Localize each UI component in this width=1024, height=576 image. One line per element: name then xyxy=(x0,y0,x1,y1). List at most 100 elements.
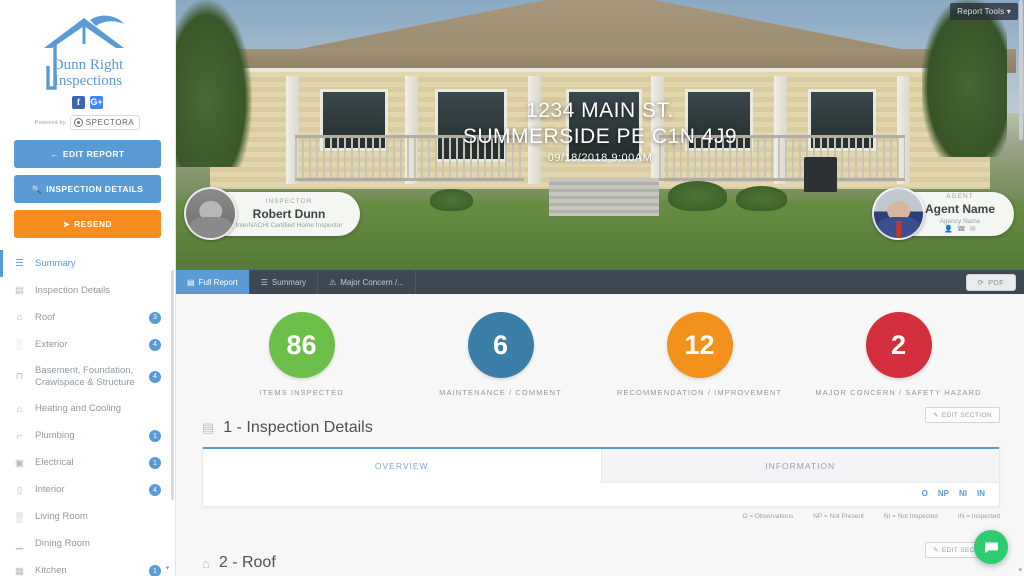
sidebar-item-kitchen[interactable]: ▦ Kitchen 1 xyxy=(0,558,175,576)
clipboard-icon: ▤ xyxy=(202,420,215,435)
clipboard-icon: ▤ xyxy=(15,285,24,296)
stat-value: 12 xyxy=(666,312,733,378)
sidebar-item-dining-room[interactable]: ▁ Dining Room xyxy=(0,531,175,558)
section-1-tabs: OVERVIEW INFORMATION xyxy=(203,449,999,483)
status-code-np[interactable]: NP xyxy=(938,489,949,498)
tab-overview[interactable]: OVERVIEW xyxy=(203,449,601,483)
tab-information[interactable]: INFORMATION xyxy=(600,449,999,483)
sidebar-item-plumbing[interactable]: ⌐ Plumbing 1 xyxy=(0,423,175,450)
main-scrollbar[interactable] xyxy=(1019,0,1023,140)
stat-label: ITEMS INSPECTED xyxy=(259,388,344,397)
scroll-down-icon[interactable]: ▾ xyxy=(1018,566,1022,574)
sidebar-item-basement-foundation[interactable]: ⊓ Basement, Foundation, Crawlspace & Str… xyxy=(0,358,175,396)
sidebar-item-label: Heating and Cooling xyxy=(35,403,122,415)
report-icon: ▤ xyxy=(187,277,195,287)
table-icon: ▁ xyxy=(15,538,24,550)
inspector-card[interactable]: INSPECTOR Robert Dunn InterNACHI Certifi… xyxy=(184,187,360,240)
status-legend: O = Observations NP = Not Present NI = N… xyxy=(176,513,1000,520)
chat-bubble-button[interactable] xyxy=(974,530,1008,564)
svg-text:Inspections: Inspections xyxy=(53,73,121,89)
fence-icon: ░ xyxy=(16,339,23,350)
tab-major-concern[interactable]: ⚠ Major Concern /... xyxy=(318,270,416,294)
house-icon: ⌂ xyxy=(202,555,210,571)
spectora-badge[interactable]: SPECTORA xyxy=(69,115,141,130)
sidebar-item-roof[interactable]: ⌂ Roof 3 xyxy=(0,304,175,331)
status-code-o[interactable]: O xyxy=(922,489,928,498)
chat-icon xyxy=(984,542,998,553)
inspector-avatar xyxy=(184,187,237,240)
report-tools-dropdown[interactable]: Report Tools ▾ xyxy=(950,3,1018,20)
app-root: Dunn Right Inspections f G+ Powered by S… xyxy=(0,0,1024,576)
stat-items-inspected: 86 ITEMS INSPECTED xyxy=(202,312,401,397)
section-2-header: ⌂ 2 - Roof ✎ EDIT SECTION xyxy=(176,538,1024,572)
stat-label: MAINTENANCE / COMMENT xyxy=(439,388,562,397)
sofa-icon: ▒ xyxy=(16,511,23,523)
paper-plane-icon: ➤ xyxy=(63,219,71,229)
agent-name: Agent Name xyxy=(924,202,995,217)
status-code-in[interactable]: IN xyxy=(977,489,985,498)
sidebar-item-label: Basement, Foundation, Crawlspace & Struc… xyxy=(35,365,135,388)
tab-summary[interactable]: ☰ Summary xyxy=(250,270,319,294)
agent-contact-icons: 👤 ☎ ✉ xyxy=(920,226,1000,234)
sidebar-item-electrical[interactable]: ▣ Electrical 1 xyxy=(0,450,175,477)
section-1-card: OVERVIEW INFORMATION O NP NI IN xyxy=(202,447,1000,507)
pdf-button[interactable]: ⟳ PDF xyxy=(965,273,1016,291)
envelope-icon[interactable]: ✉ xyxy=(970,226,976,234)
sidebar-nav: ☰ Summary ▤ Inspection Details ⌂ Roof 3 … xyxy=(0,250,175,576)
sidebar-item-label: Inspection Details xyxy=(35,284,110,296)
company-logo: Dunn Right Inspections xyxy=(10,14,165,92)
sidebar-item-heating-cooling[interactable]: ⌂ Heating and Cooling xyxy=(0,396,175,423)
agent-card[interactable]: AGENT Agent Name Agency Name 👤 ☎ ✉ xyxy=(872,187,1014,240)
stat-major-concern-safety: 2 MAJOR CONCERN / SAFETY HAZARD xyxy=(799,312,998,397)
status-code-ni[interactable]: NI xyxy=(959,489,967,498)
phone-icon[interactable]: ☎ xyxy=(957,226,966,234)
sidebar-item-label: Electrical xyxy=(35,457,74,469)
tab-full-report[interactable]: ▤ Full Report xyxy=(176,270,250,294)
stat-label: RECOMMENDATION / IMPROVEMENT xyxy=(616,388,783,397)
outlet-icon: ▣ xyxy=(15,457,24,469)
sidebar-item-label: Plumbing xyxy=(35,430,75,442)
sidebar-item-exterior[interactable]: ░ Exterior 4 xyxy=(0,331,175,358)
google-plus-icon[interactable]: G+ xyxy=(90,96,103,109)
stat-value: 86 xyxy=(268,312,335,378)
tab-label: Summary xyxy=(271,277,307,287)
sidebar-item-inspection-details[interactable]: ▤ Inspection Details xyxy=(0,277,175,304)
edit-section-label: EDIT SECTION xyxy=(941,411,992,419)
section-1-card-body: O NP NI IN xyxy=(203,483,999,506)
sidebar-item-summary[interactable]: ☰ Summary xyxy=(0,250,175,277)
resend-button[interactable]: ➤ RESEND xyxy=(14,210,161,238)
door-icon: ▯ xyxy=(16,484,23,496)
avatar-tie xyxy=(895,221,902,238)
sidebar-item-badge: 4 xyxy=(149,370,161,383)
pdf-label: PDF xyxy=(988,277,1004,287)
edit-report-button[interactable]: ← EDIT REPORT xyxy=(14,140,161,168)
warning-icon: ⚠ xyxy=(329,277,337,287)
section-1-title-group: ▤ 1 - Inspection Details xyxy=(202,419,373,437)
section-1-header: ▤ 1 - Inspection Details ✎ EDIT SECTION xyxy=(176,403,1024,437)
sidebar-item-badge: 4 xyxy=(149,484,161,497)
chevron-down-icon[interactable]: ▾ xyxy=(163,563,172,572)
agency-name: Agency Name xyxy=(939,217,981,225)
stat-maintenance-comment: 6 MAINTENANCE / COMMENT xyxy=(401,312,600,397)
user-icon[interactable]: 👤 xyxy=(944,226,953,234)
summary-stats: 86 ITEMS INSPECTED 6 MAINTENANCE / COMME… xyxy=(176,294,1024,403)
thermostat-icon: ⌂ xyxy=(16,403,23,415)
stat-value: 6 xyxy=(467,312,534,378)
facebook-icon[interactable]: f xyxy=(72,96,85,109)
sidebar-item-label: Roof xyxy=(35,311,56,323)
sidebar-item-label: Living Room xyxy=(35,511,88,523)
report-tools-label: Report Tools xyxy=(957,7,1005,16)
document-icon: ☰ xyxy=(15,258,24,269)
sidebar-scrollbar[interactable] xyxy=(171,270,174,500)
pencil-icon: ✎ xyxy=(932,412,939,419)
edit-section-1-button[interactable]: ✎ EDIT SECTION xyxy=(924,407,1000,423)
inspection-details-button[interactable]: 🔍 INSPECTION DETAILS xyxy=(14,175,161,203)
agent-info: AGENT Agent Name Agency Name 👤 ☎ ✉ xyxy=(920,193,1000,234)
sidebar-item-interior[interactable]: ▯ Interior 4 xyxy=(0,477,175,504)
agent-role: AGENT xyxy=(946,193,974,201)
hero-banner: Report Tools ▾ 1234 MAIN ST. SUMMERSIDE … xyxy=(176,0,1024,270)
sidebar-item-living-room[interactable]: ▒ Living Room xyxy=(0,504,175,531)
sidebar-actions: ← EDIT REPORT 🔍 INSPECTION DETAILS ➤ RES… xyxy=(0,134,175,242)
section-1-title: 1 - Inspection Details xyxy=(223,419,373,436)
sidebar-item-badge: 1 xyxy=(149,457,161,470)
